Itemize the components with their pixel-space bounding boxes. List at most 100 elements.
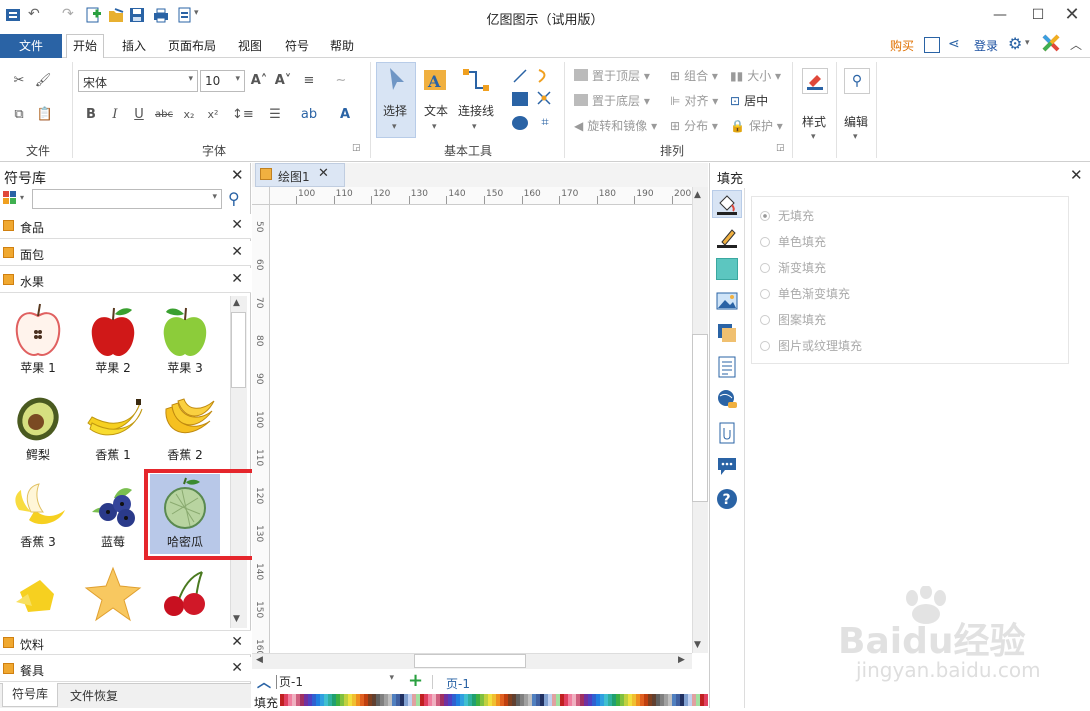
share-icon[interactable]: ⋖ [948,36,960,52]
copy-icon[interactable]: ⧉ [10,106,28,124]
login-link[interactable]: 登录 [968,36,1004,58]
color-palette[interactable] [280,694,708,706]
palette-swatch[interactable] [704,694,708,706]
tab-symbol-library[interactable]: 符号库 [2,683,58,707]
size-button[interactable]: ▮▮ 大小 ▾ [730,67,781,84]
close-icon[interactable]: ✕ [231,244,243,260]
dialog-launcher-icon[interactable]: ◲ [352,143,361,153]
tab-page-layout[interactable]: 页面布局 [162,36,222,58]
bold-icon[interactable]: B [82,106,100,124]
comment-icon[interactable] [716,455,738,477]
style-icon[interactable] [802,68,828,94]
fill-option-solid[interactable]: 单色填充 [760,233,826,250]
dialog-launcher-icon[interactable]: ◲ [776,143,785,153]
library-scroll-thumb[interactable] [231,312,246,388]
format-painter-icon[interactable]: 🖌 [34,72,52,90]
tab-symbol[interactable]: 符号 [279,36,315,58]
strikethrough-icon[interactable]: abc [155,106,173,124]
category-tableware[interactable]: 餐具 ✕ [0,657,251,682]
scroll-down-icon[interactable]: ▼ [233,614,240,624]
symbol-banana-3[interactable]: 香蕉 3 [3,474,73,554]
underline-icon[interactable]: U [130,106,148,124]
category-bread[interactable]: 面包 ✕ [0,241,251,266]
symbol-avocado[interactable]: 鳄梨 [3,387,73,467]
arc-shape-icon[interactable] [536,68,552,84]
line-shape-icon[interactable] [512,68,528,84]
shrink-font-icon[interactable]: A˅ [274,72,292,90]
collapse-ribbon-icon[interactable]: ︿ [1070,36,1082,53]
center-button[interactable]: ⊡ 居中 [730,92,768,109]
text-tool-label[interactable]: 文本 [424,102,448,119]
buy-link[interactable]: 购买 [884,36,920,58]
style-button[interactable]: 样式 [802,113,826,130]
starfruit-slice-icon[interactable] [84,566,142,622]
superscript-icon[interactable]: x² [204,106,222,124]
protect-button[interactable]: 🔒 保护 ▾ [730,117,783,134]
gear-icon[interactable]: ⚙ [1008,34,1022,53]
grow-font-icon[interactable]: A˄ [250,72,268,90]
radio-button[interactable] [760,315,770,325]
send-to-back-button[interactable]: 置于底层 ▾ [574,92,650,109]
line-spacing-icon[interactable]: ↕≡ [232,106,254,124]
close-button[interactable]: ✕ [1052,4,1090,26]
symbol-banana-2[interactable]: 香蕉 2 [150,387,220,467]
symbol-search-input[interactable]: ▾ [32,189,222,209]
chevron-down-icon[interactable]: ▾ [1025,38,1030,48]
connector-icon[interactable] [462,66,490,94]
scroll-right-icon[interactable]: ▶ [678,655,685,665]
fill-option-picture[interactable]: 图片或纹理填充 [760,337,862,354]
line-pen-icon[interactable] [716,226,738,248]
font-name-select[interactable]: 宋体 ▾ [78,70,198,92]
radio-button[interactable] [760,211,770,221]
rectangle-shape-icon[interactable] [512,92,528,106]
paste-icon[interactable]: 📋 [36,106,54,124]
scroll-up-icon[interactable]: ▲ [233,298,240,308]
minimize-button[interactable]: — [980,4,1020,26]
symbol-banana-1[interactable]: 香蕉 1 [78,387,148,467]
fill-option-gradient[interactable]: 渐变填充 [760,259,826,276]
tab-help[interactable]: 帮助 [324,36,360,58]
help-icon[interactable]: ? [716,488,738,510]
library-grid-icon[interactable] [3,191,17,205]
font-size-select[interactable]: 10 ▾ [200,70,245,92]
bring-to-front-button[interactable]: 置于顶层 ▾ [574,67,650,84]
binoculars-icon[interactable]: ⚲ [844,68,870,94]
globe-link-icon[interactable] [716,388,738,410]
ellipse-shape-icon[interactable] [512,116,528,130]
attachment-icon[interactable] [716,422,738,444]
close-icon[interactable]: ✕ [1070,166,1083,184]
fill-option-none[interactable]: 无填充 [760,207,814,224]
fill-option-single-gradient[interactable]: 单色渐变填充 [760,285,850,302]
tab-file-recovery[interactable]: 文件恢复 [70,687,118,704]
image-icon[interactable] [716,290,738,312]
category-fruit[interactable]: 水果 ✕ [0,268,251,293]
connector-label[interactable]: 连接线 [458,102,494,119]
cut-icon[interactable]: ✂ [10,72,28,90]
fill-option-pattern[interactable]: 图案填充 [760,311,826,328]
page-tab[interactable]: 页-1 [446,675,470,692]
font-color-icon[interactable]: A [336,106,354,124]
tab-insert[interactable]: 插入 [116,36,152,58]
page-select[interactable]: 页-1 ▾ [276,673,396,691]
search-icon[interactable]: ⚲ [228,189,240,208]
subscript-icon[interactable]: x₂ [180,106,198,124]
drawing-canvas[interactable] [270,205,692,653]
document-tab[interactable]: 绘图1 ✕ [255,163,345,187]
star-fruit-icon[interactable] [10,572,64,622]
point-tool-icon[interactable] [536,90,552,106]
chevron-up-icon[interactable]: ︿ [257,672,271,692]
curve-icon[interactable]: ∼ [332,72,350,90]
scroll-down-icon[interactable]: ▼ [694,640,701,650]
cherry-icon[interactable] [158,568,218,622]
scroll-left-icon[interactable]: ◀ [256,655,263,665]
document-list-icon[interactable] [716,356,738,378]
layers-icon[interactable] [716,322,738,344]
canvas-vscroll-thumb[interactable] [692,334,708,502]
bullets-icon[interactable]: ☰ [266,106,284,124]
text-highlight-icon[interactable]: ab [300,106,318,124]
close-icon[interactable]: ✕ [318,166,329,181]
close-icon[interactable]: ✕ [231,217,243,233]
radio-button[interactable] [760,263,770,273]
text-tool-icon[interactable]: A [422,66,450,94]
symbol-apple-2[interactable]: 苹果 2 [78,300,148,380]
